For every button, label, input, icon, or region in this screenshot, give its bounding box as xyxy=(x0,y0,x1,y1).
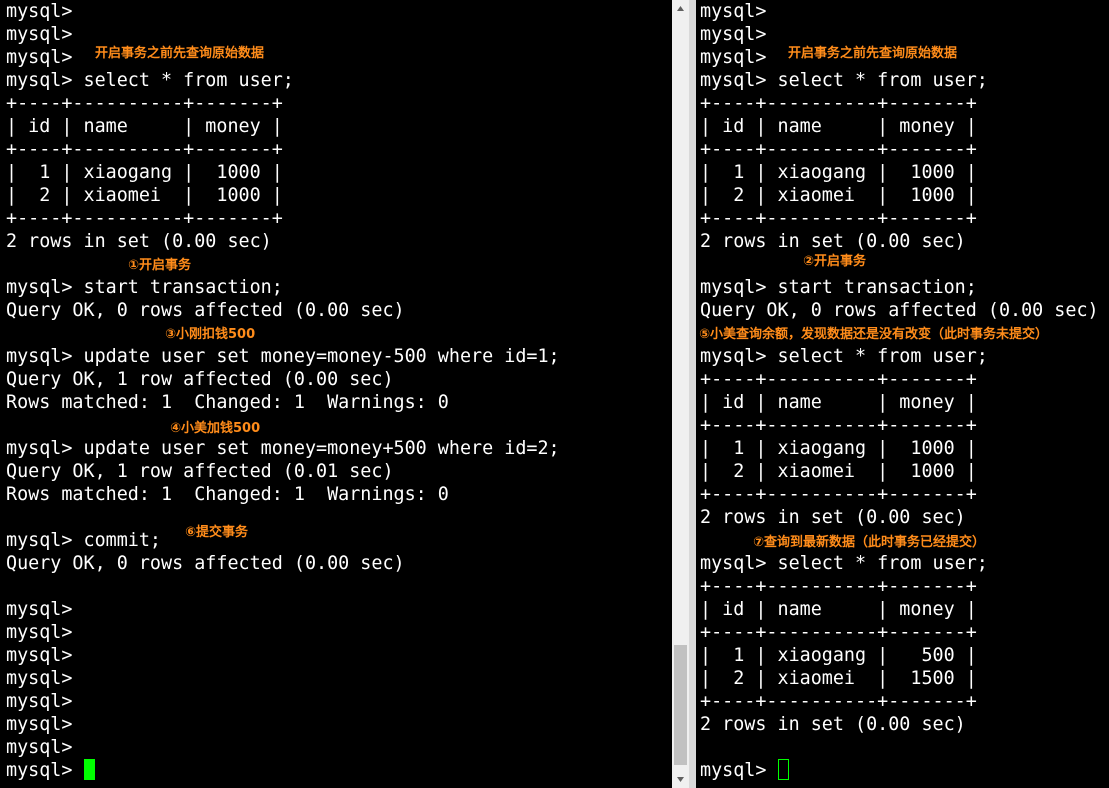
terminal-line: mysql> xyxy=(700,1,767,22)
annotation: 开启事务之前先查询原始数据 xyxy=(95,46,265,61)
terminal-line: | 2 | xiaomei | 1000 | xyxy=(6,185,283,206)
terminal-line: mysql> xyxy=(6,737,73,758)
terminal-line: mysql> select * from user; xyxy=(700,553,988,574)
terminal-line: mysql> start transaction; xyxy=(6,277,283,298)
terminal-line: | 2 | xiaomei | 1000 | xyxy=(700,185,977,206)
annotation: ④小美加钱500 xyxy=(170,421,261,436)
terminal-line: mysql> xyxy=(6,668,73,689)
terminal-line: | 2 | xiaomei | 1500 | xyxy=(700,668,977,689)
terminal-line: Query OK, 0 rows affected (0.00 sec) xyxy=(700,300,1099,321)
terminal-line: mysql> xyxy=(6,691,73,712)
terminal-line: | 1 | xiaogang | 500 | xyxy=(700,645,977,666)
terminal-line: mysql> commit; xyxy=(6,530,162,551)
terminal-line: mysql> update user set money=money-500 w… xyxy=(6,346,560,367)
terminal-line: mysql> xyxy=(6,24,73,45)
terminal-line: mysql> xyxy=(6,47,73,68)
terminal-line: | 1 | xiaogang | 1000 | xyxy=(700,162,977,183)
left-terminal[interactable]: mysql> mysql> mysql> mysql> select * fro… xyxy=(0,0,672,788)
pane-divider xyxy=(689,0,696,788)
terminal-line: mysql> select * from user; xyxy=(700,70,988,91)
terminal-line: mysql> xyxy=(6,1,73,22)
terminal-line: mysql> xyxy=(6,599,73,620)
terminal-line: Query OK, 0 rows affected (0.00 sec) xyxy=(6,553,405,574)
terminal-line: +----+----------+-------+ xyxy=(6,93,283,114)
terminal-line: 2 rows in set (0.00 sec) xyxy=(700,231,966,252)
terminal-line: mysql> update user set money=money+500 w… xyxy=(6,438,560,459)
terminal-line: mysql> xyxy=(6,714,73,735)
terminal-line: Query OK, 0 rows affected (0.00 sec) xyxy=(6,300,405,321)
terminal-line: +----+----------+-------+ xyxy=(700,691,977,712)
terminal-cursor xyxy=(83,759,95,780)
terminal-line: +----+----------+-------+ xyxy=(700,139,977,160)
terminal-prompt-line[interactable]: mysql> xyxy=(6,759,95,782)
annotation: ⑥提交事务 xyxy=(185,525,249,540)
left-scrollbar[interactable] xyxy=(672,0,689,788)
terminal-line: mysql> select * from user; xyxy=(6,70,294,91)
terminal-line: | 2 | xiaomei | 1000 | xyxy=(700,461,977,482)
scroll-down-arrow-icon[interactable] xyxy=(672,771,689,788)
terminal-line: +----+----------+-------+ xyxy=(700,576,977,597)
terminal-line: | 1 | xiaogang | 1000 | xyxy=(6,162,283,183)
scrollbar-thumb[interactable] xyxy=(674,645,687,765)
terminal-line: mysql> xyxy=(700,47,767,68)
terminal-line: +----+----------+-------+ xyxy=(700,484,977,505)
terminal-line: 2 rows in set (0.00 sec) xyxy=(6,231,272,252)
terminal-line: +----+----------+-------+ xyxy=(700,93,977,114)
terminal-line: | id | name | money | xyxy=(700,116,977,137)
prompt-text: mysql> xyxy=(6,760,84,781)
right-terminal[interactable]: mysql> mysql> mysql> mysql> select * fro… xyxy=(696,0,1109,788)
terminal-line: mysql> select * from user; xyxy=(700,346,988,367)
terminal-line: +----+----------+-------+ xyxy=(700,208,977,229)
terminal-line: +----+----------+-------+ xyxy=(6,139,283,160)
terminal-cursor xyxy=(777,759,789,780)
annotation: ③小刚扣钱500 xyxy=(165,327,256,342)
annotation: ②开启事务 xyxy=(803,254,867,269)
terminal-line: mysql> xyxy=(6,645,73,666)
annotation: ⑤小美查询余额，发现数据还是没有改变（此时事务未提交） xyxy=(699,327,1049,342)
terminal-line: +----+----------+-------+ xyxy=(700,415,977,436)
annotation: 开启事务之前先查询原始数据 xyxy=(788,46,958,61)
terminal-line: 2 rows in set (0.00 sec) xyxy=(700,714,966,735)
terminal-line: mysql> start transaction; xyxy=(700,277,977,298)
terminal-line: | id | name | money | xyxy=(6,116,283,137)
terminal-line: | 1 | xiaogang | 1000 | xyxy=(700,438,977,459)
terminal-line: mysql> xyxy=(700,24,767,45)
prompt-text: mysql> xyxy=(700,760,778,781)
terminal-line: +----+----------+-------+ xyxy=(700,622,977,643)
terminal-line: | id | name | money | xyxy=(700,599,977,620)
terminal-line: 2 rows in set (0.00 sec) xyxy=(700,507,966,528)
annotation: ①开启事务 xyxy=(128,258,192,273)
terminal-line: Rows matched: 1 Changed: 1 Warnings: 0 xyxy=(6,484,449,505)
terminal-line: +----+----------+-------+ xyxy=(700,369,977,390)
terminal-line: Query OK, 1 row affected (0.00 sec) xyxy=(6,369,394,390)
terminal-line: +----+----------+-------+ xyxy=(6,208,283,229)
terminal-line: Query OK, 1 row affected (0.01 sec) xyxy=(6,461,394,482)
terminal-line: | id | name | money | xyxy=(700,392,977,413)
terminal-line: mysql> xyxy=(6,622,73,643)
terminal-line: Rows matched: 1 Changed: 1 Warnings: 0 xyxy=(6,392,449,413)
terminal-prompt-line[interactable]: mysql> xyxy=(700,759,789,782)
scroll-up-arrow-icon[interactable] xyxy=(672,0,689,17)
annotation: ⑦查询到最新数据（此时事务已经提交） xyxy=(753,535,986,550)
